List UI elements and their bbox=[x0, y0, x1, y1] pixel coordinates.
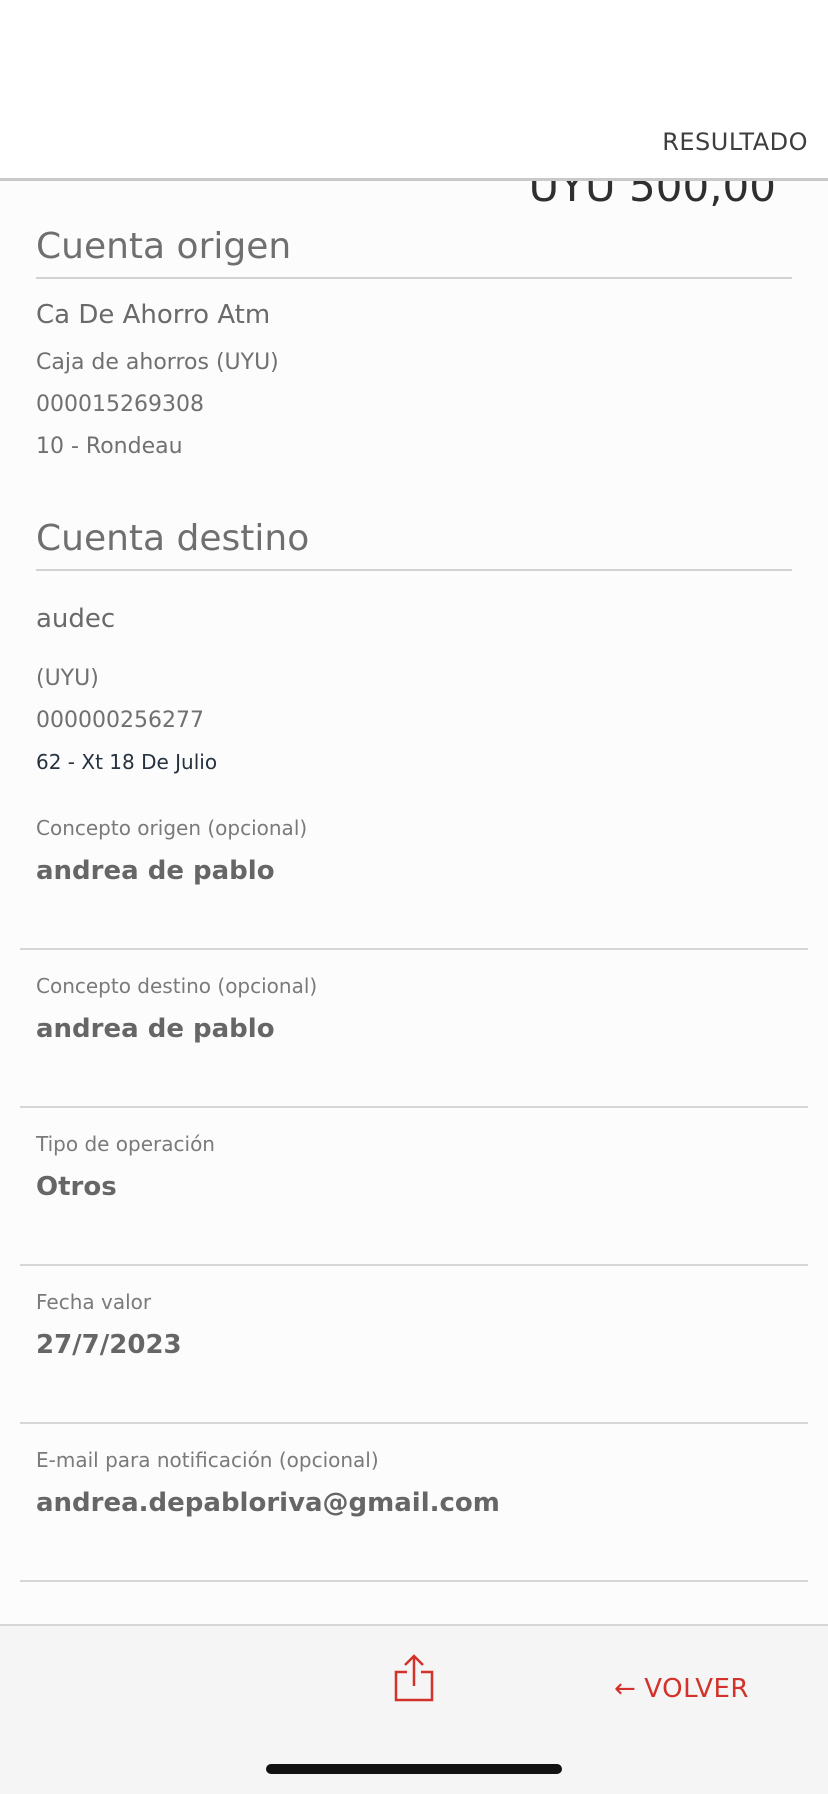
volver-button[interactable]: ← VOLVER bbox=[614, 1674, 749, 1704]
header-bar: RESULTADO bbox=[0, 0, 828, 181]
email-field: E-mail para notificación (opcional) andr… bbox=[20, 1424, 808, 1582]
fecha-valor-value: 27/7/2023 bbox=[36, 1330, 182, 1360]
destination-account-number: 000000256277 bbox=[36, 708, 204, 733]
share-icon bbox=[394, 1654, 434, 1702]
destination-account-branch: 62 - Xt 18 De Julio bbox=[36, 750, 218, 774]
tipo-operacion-value: Otros bbox=[36, 1172, 117, 1202]
step-label: RESULTADO bbox=[662, 128, 808, 156]
origin-account-branch: 10 - Rondeau bbox=[36, 434, 183, 459]
arrow-left-icon: ← bbox=[614, 1674, 637, 1704]
concepto-origen-field: Concepto origen (opcional) andrea de pab… bbox=[20, 792, 808, 950]
concepto-origen-value: andrea de pablo bbox=[36, 856, 275, 886]
concepto-destino-label: Concepto destino (opcional) bbox=[36, 974, 318, 998]
origin-account-number: 000015269308 bbox=[36, 392, 204, 417]
concepto-destino-value: andrea de pablo bbox=[36, 1014, 275, 1044]
fecha-valor-field: Fecha valor 27/7/2023 bbox=[20, 1266, 808, 1424]
destination-section-title: Cuenta destino bbox=[36, 518, 792, 571]
tipo-operacion-field: Tipo de operación Otros bbox=[20, 1108, 808, 1266]
fecha-valor-label: Fecha valor bbox=[36, 1290, 152, 1314]
origin-account-type: Caja de ahorros (UYU) bbox=[36, 350, 279, 375]
concepto-origen-label: Concepto origen (opcional) bbox=[36, 816, 308, 840]
destination-account-name: audec bbox=[36, 604, 116, 634]
destination-account-type: (UYU) bbox=[36, 666, 99, 691]
email-label: E-mail para notificación (opcional) bbox=[36, 1448, 379, 1472]
home-indicator bbox=[266, 1764, 562, 1774]
tipo-operacion-label: Tipo de operación bbox=[36, 1132, 215, 1156]
origin-section-title: Cuenta origen bbox=[36, 226, 792, 279]
origin-account-name: Ca De Ahorro Atm bbox=[36, 300, 271, 330]
email-value: andrea.depabloriva@gmail.com bbox=[36, 1488, 500, 1518]
concepto-destino-field: Concepto destino (opcional) andrea de pa… bbox=[20, 950, 808, 1108]
share-button[interactable] bbox=[390, 1652, 438, 1704]
volver-label: VOLVER bbox=[644, 1674, 749, 1704]
